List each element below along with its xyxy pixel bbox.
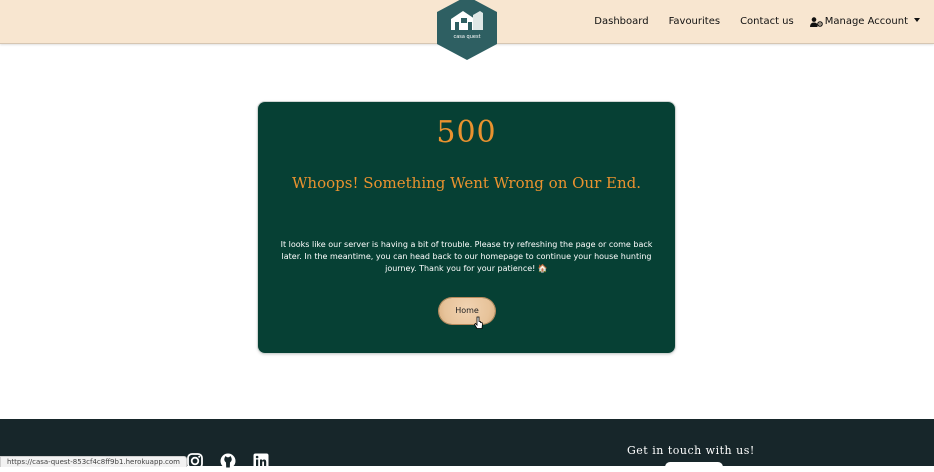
nav-dashboard[interactable]: Dashboard [594, 16, 648, 27]
github-icon[interactable] [219, 452, 237, 470]
nav-links: Dashboard Favourites Contact us Manage A… [574, 0, 920, 43]
linkedin-icon[interactable] [252, 452, 270, 470]
nav-manage-account[interactable]: Manage Account [809, 16, 920, 27]
error-card: 500 Whoops! Something Went Wrong on Our … [258, 102, 675, 353]
manage-account-label: Manage Account [824, 16, 908, 27]
footer-contact-button[interactable] [665, 462, 723, 472]
home-button[interactable]: Home [439, 298, 495, 324]
pointer-cursor-icon [474, 316, 483, 329]
status-bar-url: https://casa-quest-853cf4c8ff9b1.herokua… [0, 456, 188, 467]
error-message: It looks like our server is having a bit… [280, 240, 653, 273]
error-title: Whoops! Something Went Wrong on Our End. [292, 174, 641, 192]
nav-contact[interactable]: Contact us [740, 16, 794, 27]
logo[interactable]: casa quest [433, 0, 501, 62]
instagram-icon[interactable] [186, 452, 204, 470]
chevron-down-icon [914, 18, 920, 22]
nav-favourites[interactable]: Favourites [669, 16, 721, 27]
footer-heading: Get in touch with us! [627, 444, 755, 457]
logo-text: casa quest [453, 34, 480, 40]
error-code: 500 [436, 115, 497, 150]
social-links [186, 452, 285, 470]
user-gear-icon [809, 16, 823, 27]
